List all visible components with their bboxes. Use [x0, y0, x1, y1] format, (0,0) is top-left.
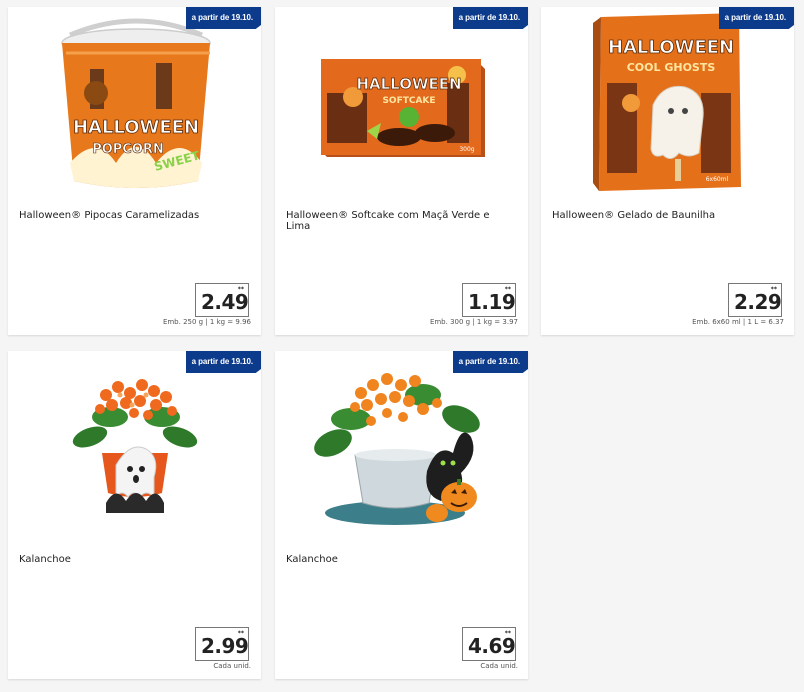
- svg-text:SOFTCAKE: SOFTCAKE: [382, 96, 435, 106]
- price-marker: **: [504, 286, 511, 293]
- unit-price-detail: Emb. 6x60 ml | 1 L = 6.37: [692, 318, 784, 326]
- unit-price-detail: Emb. 250 g | 1 kg = 9.96: [162, 318, 251, 326]
- product-title[interactable]: Kalanchoe: [19, 554, 249, 565]
- kalanchoe-ghost-pot-icon: [72, 379, 198, 513]
- price-marker: **: [504, 630, 511, 637]
- product-image[interactable]: [275, 357, 528, 547]
- product-image[interactable]: HALLOWEEN COOL GHOSTS 6x60ml: [541, 13, 794, 203]
- price-value: 1.19: [468, 290, 516, 314]
- price-marker: **: [237, 286, 244, 293]
- softcake-box-icon: HALLOWEEN SOFTCAKE 300g: [321, 59, 485, 157]
- price-marker: **: [770, 286, 777, 293]
- product-image[interactable]: HALLOWEEN POPCORN SWEET: [8, 13, 261, 203]
- product-title[interactable]: Kalanchoe: [286, 554, 516, 565]
- svg-text:COOL GHOSTS: COOL GHOSTS: [627, 61, 716, 74]
- kalanchoe-cat-pot-icon: [314, 373, 480, 525]
- product-image[interactable]: HALLOWEEN SOFTCAKE 300g: [275, 13, 528, 203]
- availability-badge: a partir de 19.10.: [452, 351, 528, 373]
- price-value: 2.49: [201, 290, 249, 314]
- product-image[interactable]: [8, 357, 261, 547]
- price-box: 2.99 **: [195, 627, 249, 661]
- unit-price-detail: Emb. 300 g | 1 kg = 3.97: [429, 318, 518, 326]
- price-box: 2.49 **: [195, 283, 249, 317]
- price-value: 4.69: [468, 634, 516, 658]
- svg-text:HALLOWEEN: HALLOWEEN: [608, 37, 734, 58]
- product-card[interactable]: HALLOWEEN COOL GHOSTS 6x60ml a partir de…: [541, 7, 794, 335]
- svg-text:POPCORN: POPCORN: [92, 142, 164, 157]
- price-box: 1.19 **: [462, 283, 516, 317]
- availability-badge: a partir de 19.10.: [185, 7, 261, 29]
- product-title[interactable]: Halloween® Gelado de Baunilha: [552, 210, 782, 221]
- popcorn-bucket-icon: HALLOWEEN POPCORN SWEET: [61, 18, 211, 188]
- availability-badge: a partir de 19.10.: [185, 351, 261, 373]
- product-card[interactable]: HALLOWEEN SOFTCAKE 300g a partir de 19.1…: [275, 7, 528, 335]
- availability-badge: a partir de 19.10.: [718, 7, 794, 29]
- svg-text:HALLOWEEN: HALLOWEEN: [356, 75, 461, 93]
- unit-price-detail: Cada unid.: [480, 662, 518, 670]
- product-title[interactable]: Halloween® Pipocas Caramelizadas: [19, 210, 249, 221]
- icecream-box-icon: HALLOWEEN COOL GHOSTS 6x60ml: [593, 13, 741, 191]
- price-value: 2.99: [201, 634, 249, 658]
- product-card[interactable]: HALLOWEEN POPCORN SWEET a partir de 19.1…: [8, 7, 261, 335]
- product-title[interactable]: Halloween® Softcake com Maçã Verde e Lim…: [286, 210, 516, 232]
- svg-text:300g: 300g: [459, 146, 474, 153]
- price-marker: **: [237, 630, 244, 637]
- price-box: 4.69 **: [462, 627, 516, 661]
- price-value: 2.29: [734, 290, 782, 314]
- unit-price-detail: Cada unid.: [213, 662, 251, 670]
- product-card[interactable]: a partir de 19.10. Kalanchoe 4.69 ** Cad…: [275, 351, 528, 679]
- availability-badge: a partir de 19.10.: [452, 7, 528, 29]
- svg-text:6x60ml: 6x60ml: [706, 176, 729, 183]
- product-card[interactable]: a partir de 19.10. Kalanchoe 2.99 ** Cad…: [8, 351, 261, 679]
- price-box: 2.29 **: [728, 283, 782, 317]
- svg-text:HALLOWEEN: HALLOWEEN: [73, 117, 199, 138]
